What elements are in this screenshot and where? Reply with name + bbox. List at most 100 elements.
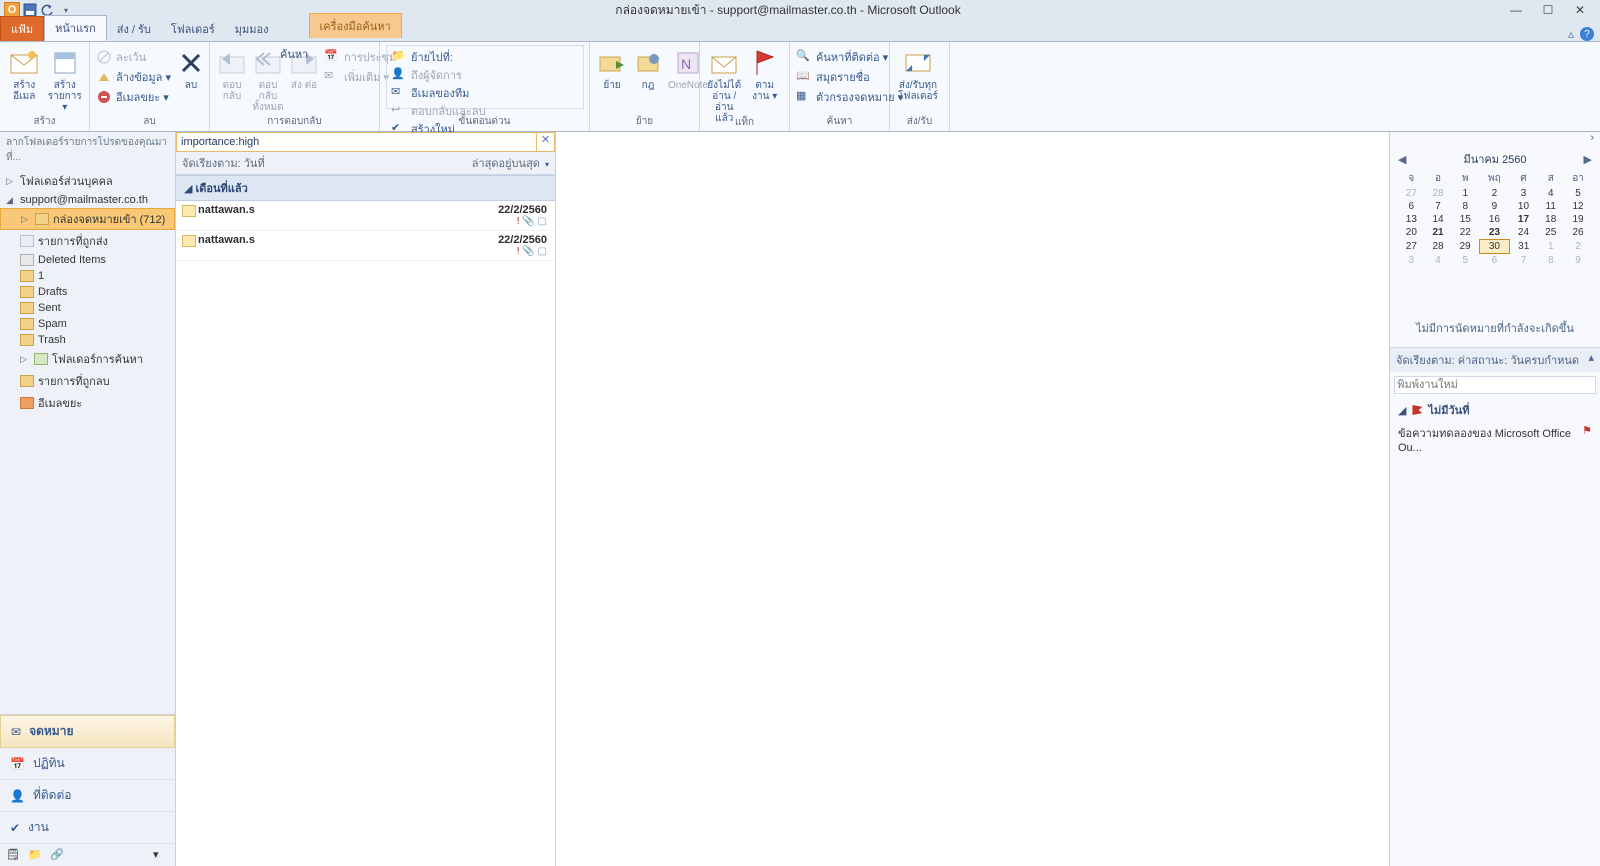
calendar-day[interactable]: 6 xyxy=(1398,200,1425,213)
module-notes-icon[interactable]: 🗒 xyxy=(6,848,22,862)
module-contacts[interactable]: 👤ที่ติดต่อ xyxy=(0,780,175,812)
quick-step-tomgr[interactable]: 👤ถึงผู้จัดการ xyxy=(391,66,486,84)
calendar-day[interactable]: 27 xyxy=(1398,240,1425,254)
calendar-day[interactable]: 9 xyxy=(1479,200,1509,213)
junk-button[interactable]: อีเมลขยะ ▾ xyxy=(96,88,171,106)
delete-button[interactable]: ลบ xyxy=(175,45,207,91)
module-mail[interactable]: ✉จดหมาย xyxy=(0,715,175,748)
calendar-day[interactable]: 31 xyxy=(1510,240,1538,254)
module-config-icon[interactable]: ▾ xyxy=(153,848,169,862)
calendar-day[interactable]: 3 xyxy=(1398,254,1425,268)
calendar-day[interactable]: 30 xyxy=(1479,240,1509,254)
ribbon-minimize-icon[interactable]: ▵ xyxy=(1568,27,1574,41)
calendar-day[interactable]: 23 xyxy=(1479,226,1509,240)
calendar-day[interactable]: 18 xyxy=(1537,213,1564,226)
calendar-day[interactable]: 5 xyxy=(1564,187,1592,200)
calendar-day[interactable]: 7 xyxy=(1510,254,1538,268)
move-button[interactable]: ย้าย xyxy=(596,45,628,91)
message-item[interactable]: nattawan.s22/2/2560! 📎 ▢ xyxy=(176,201,555,231)
deleted-user-folder[interactable]: รายการที่ถูกลบ xyxy=(0,370,175,392)
tasks-collapse-icon[interactable]: ▴ xyxy=(1588,351,1594,369)
new-email-button[interactable]: สร้าง อีเมล xyxy=(6,45,43,102)
calendar-day[interactable]: 16 xyxy=(1479,213,1509,226)
calendar-day[interactable]: 19 xyxy=(1564,213,1592,226)
calendar-day[interactable]: 9 xyxy=(1564,254,1592,268)
date-group-header[interactable]: ◢ เดือนที่แล้ว xyxy=(176,175,555,201)
trash-folder[interactable]: Trash xyxy=(0,332,175,348)
rules-button[interactable]: กฎ xyxy=(632,45,664,91)
calendar-day[interactable]: 26 xyxy=(1564,226,1592,240)
tab-folder[interactable]: โฟลเดอร์ xyxy=(161,17,225,41)
tab-home[interactable]: หน้าแรก xyxy=(44,15,107,41)
message-item[interactable]: nattawan.s22/2/2560! 📎 ▢ xyxy=(176,231,555,261)
module-folders-icon[interactable]: 📁 xyxy=(28,848,44,862)
calendar-day[interactable]: 20 xyxy=(1398,226,1425,240)
reply-button[interactable]: ตอบ กลับ xyxy=(216,45,248,102)
quick-step-moveto[interactable]: 📁ย้ายไปที่: xyxy=(391,48,486,66)
address-book-button[interactable]: 📖สมุดรายชื่อ xyxy=(796,68,903,86)
calendar-day[interactable]: 3 xyxy=(1510,187,1538,200)
unread-read-button[interactable]: ยังไม่ได้อ่าน /อ่านแล้ว xyxy=(706,45,743,124)
task-group-header[interactable]: ◢ไม่มีวันที่ xyxy=(1390,398,1600,422)
calendar-day[interactable]: 2 xyxy=(1564,240,1592,254)
new-task-input[interactable] xyxy=(1394,376,1596,394)
calendar-day[interactable]: 4 xyxy=(1537,187,1564,200)
sort-order-label[interactable]: ล่าสุดอยู่บนสุด ▾ xyxy=(472,154,549,172)
cal-prev-icon[interactable]: ◀ xyxy=(1398,153,1406,166)
minimize-button[interactable]: — xyxy=(1502,3,1530,17)
search-clear-icon[interactable]: ✕ xyxy=(536,133,554,151)
account-root[interactable]: ◢support@mailmaster.co.th xyxy=(0,192,175,208)
calendar-day[interactable]: 8 xyxy=(1537,254,1564,268)
calendar-day[interactable]: 6 xyxy=(1479,254,1509,268)
folder-1[interactable]: 1 xyxy=(0,268,175,284)
calendar-day[interactable]: 24 xyxy=(1510,226,1538,240)
cleanup-button[interactable]: ล้างข้อมูล ▾ xyxy=(96,68,171,86)
calendar-day[interactable]: 11 xyxy=(1537,200,1564,213)
calendar-day[interactable]: 12 xyxy=(1564,200,1592,213)
calendar-day[interactable]: 13 xyxy=(1398,213,1425,226)
search-input[interactable] xyxy=(177,133,536,151)
module-tasks[interactable]: ✔งาน xyxy=(0,812,175,844)
tab-send-receive[interactable]: ส่ง / รับ xyxy=(107,17,161,41)
calendar-day[interactable]: 1 xyxy=(1451,187,1479,200)
calendar-day[interactable]: 28 xyxy=(1425,240,1452,254)
ignore-button[interactable]: ละเว้น xyxy=(96,48,171,66)
tasks-arrange-label[interactable]: จัดเรียงตาม: ค่าสถานะ: วันครบกำหนด xyxy=(1396,351,1579,369)
calendar-day[interactable]: 14 xyxy=(1425,213,1452,226)
arrange-by-label[interactable]: จัดเรียงตาม: วันที่ xyxy=(182,154,265,172)
personal-folders[interactable]: ▷โฟลเดอร์ส่วนบุคคล xyxy=(0,170,175,192)
calendar-day[interactable]: 21 xyxy=(1425,226,1452,240)
spam-folder[interactable]: Spam xyxy=(0,316,175,332)
tab-search[interactable]: ค้นหา xyxy=(270,42,318,66)
cal-next-icon[interactable]: ▶ xyxy=(1584,153,1592,166)
drafts-folder[interactable]: Drafts xyxy=(0,284,175,300)
maximize-button[interactable]: ☐ xyxy=(1534,3,1562,17)
calendar-day[interactable]: 25 xyxy=(1537,226,1564,240)
date-navigator[interactable]: จอพพฤศสอา2728123456789101112131415161718… xyxy=(1398,170,1592,267)
junk-email-folder[interactable]: อีเมลขยะ xyxy=(0,392,175,414)
calendar-day[interactable]: 8 xyxy=(1451,200,1479,213)
calendar-day[interactable]: 2 xyxy=(1479,187,1509,200)
sent-folder[interactable]: Sent xyxy=(0,300,175,316)
calendar-day[interactable]: 28 xyxy=(1425,187,1452,200)
inbox-folder[interactable]: ▷กล่องจดหมายเข้า (712) xyxy=(0,208,175,230)
tab-file[interactable]: แฟ้ม xyxy=(0,16,44,41)
send-receive-all-button[interactable]: ส่ง/รับทุก โฟลเดอร์ xyxy=(896,45,940,102)
calendar-day[interactable]: 4 xyxy=(1425,254,1452,268)
module-shortcuts-icon[interactable]: 🔗 xyxy=(50,848,66,862)
module-calendar[interactable]: 📅ปฏิทิน xyxy=(0,748,175,780)
close-button[interactable]: ✕ xyxy=(1566,3,1594,17)
calendar-day[interactable]: 5 xyxy=(1451,254,1479,268)
todo-collapse-icon[interactable]: › xyxy=(1590,132,1594,144)
filter-email-button[interactable]: ▦ตัวกรองจดหมาย ▾ xyxy=(796,88,903,106)
calendar-day[interactable]: 22 xyxy=(1451,226,1479,240)
help-icon[interactable]: ? xyxy=(1580,27,1594,41)
new-items-button[interactable]: สร้าง รายการ ▾ xyxy=(47,45,84,113)
deleted-items-folder[interactable]: Deleted Items xyxy=(0,252,175,268)
follow-up-button[interactable]: ตาม งาน ▾ xyxy=(747,45,784,102)
calendar-day[interactable]: 7 xyxy=(1425,200,1452,213)
calendar-day[interactable]: 1 xyxy=(1537,240,1564,254)
calendar-day[interactable]: 17 xyxy=(1510,213,1538,226)
calendar-day[interactable]: 15 xyxy=(1451,213,1479,226)
search-folders[interactable]: ▷โฟลเดอร์การค้นหา xyxy=(0,348,175,370)
